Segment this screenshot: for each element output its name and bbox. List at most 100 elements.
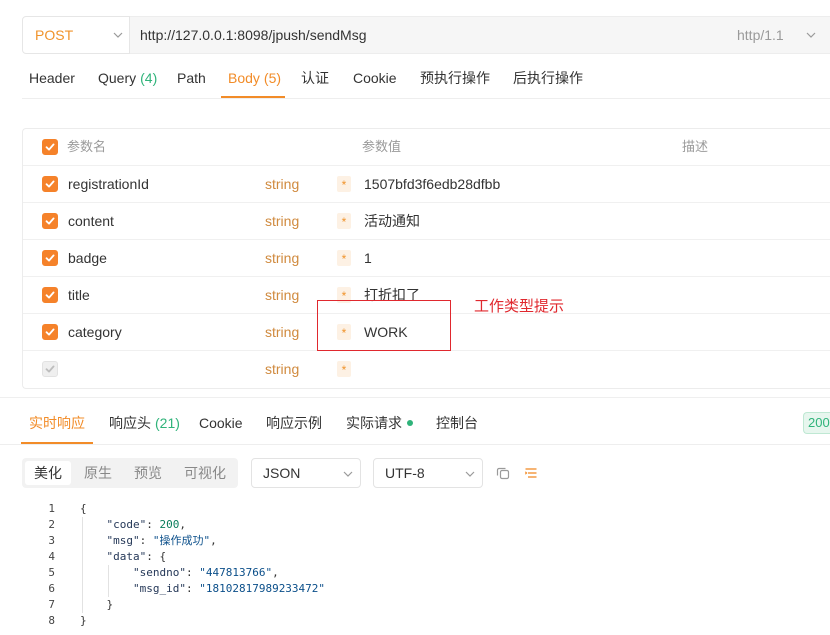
- param-name[interactable]: badge: [68, 240, 107, 276]
- tab-label: 控制台: [436, 415, 478, 431]
- required-marker[interactable]: *: [337, 361, 351, 377]
- protocol-select[interactable]: http/1.1: [727, 16, 822, 54]
- code-token-key: "msg_id": [132, 582, 186, 595]
- tab-label: Cookie: [199, 415, 243, 431]
- param-type[interactable]: string: [265, 314, 299, 350]
- view-mode-label: 可视化: [184, 465, 226, 481]
- format-select[interactable]: JSON: [251, 458, 361, 488]
- param-name[interactable]: registrationId: [68, 166, 149, 202]
- tab-header[interactable]: Header: [29, 60, 75, 96]
- row-checkbox[interactable]: [42, 361, 58, 377]
- required-marker[interactable]: *: [337, 176, 351, 192]
- tab-actual-request[interactable]: 实际请求: [346, 403, 402, 443]
- code-token-ws: [80, 534, 107, 547]
- check-icon: [45, 254, 55, 262]
- tab-label: 后执行操作: [513, 70, 583, 86]
- tab-label: Body: [228, 70, 260, 86]
- line-number-gutter: 1 2 3 4 5 6 7 8: [20, 501, 55, 629]
- param-value[interactable]: 活动通知: [364, 203, 420, 239]
- check-icon: [45, 328, 55, 336]
- code-token-punct: ,: [272, 566, 279, 579]
- param-type[interactable]: string: [265, 166, 299, 202]
- code-token-punct: ,: [179, 518, 186, 531]
- tab-label: Cookie: [353, 70, 397, 86]
- tab-path[interactable]: Path: [177, 60, 206, 96]
- row-checkbox[interactable]: [42, 176, 58, 192]
- tab-cookie[interactable]: Cookie: [353, 60, 397, 96]
- tab-response-example[interactable]: 响应示例: [266, 403, 322, 443]
- encoding-select[interactable]: UTF-8: [373, 458, 483, 488]
- line-number: 6: [48, 582, 55, 595]
- code-line: }: [80, 613, 325, 629]
- row-checkbox[interactable]: [42, 250, 58, 266]
- method-label: POST: [35, 27, 74, 43]
- param-name[interactable]: category: [68, 314, 122, 350]
- tab-query[interactable]: Query (4): [98, 60, 157, 96]
- param-type[interactable]: string: [265, 203, 299, 239]
- required-marker[interactable]: *: [337, 213, 351, 229]
- check-icon: [45, 217, 55, 225]
- param-name[interactable]: content: [68, 203, 114, 239]
- code-line: "msg_id": "18102817989233472": [80, 581, 325, 597]
- code-token-punct: :: [185, 582, 200, 595]
- section-divider[interactable]: [0, 397, 830, 398]
- select-all-checkbox[interactable]: [42, 139, 58, 155]
- view-mode-raw[interactable]: 原生: [75, 461, 121, 485]
- url-text: http://127.0.0.1:8098/jpush/sendMsg: [140, 27, 367, 43]
- tab-label: 实时响应: [29, 415, 85, 431]
- view-mode-label: 原生: [84, 465, 112, 481]
- method-select[interactable]: POST: [22, 16, 130, 54]
- code-token-punct: {: [80, 502, 87, 515]
- table-row-new: string *: [23, 351, 830, 388]
- check-icon: [45, 180, 55, 188]
- code-line: "sendno": "447813766",: [80, 565, 325, 581]
- tab-response-cookie[interactable]: Cookie: [199, 403, 243, 443]
- code-token-punct: }: [106, 598, 114, 611]
- code-line: }: [80, 597, 325, 613]
- code-token-key: "sendno": [132, 566, 186, 579]
- required-marker[interactable]: *: [337, 250, 351, 266]
- view-mode-label: 预览: [134, 465, 162, 481]
- line-number: 3: [48, 534, 55, 547]
- tab-body[interactable]: Body (5): [228, 60, 281, 96]
- tab-live-response[interactable]: 实时响应: [29, 403, 85, 443]
- chevron-down-icon: [343, 471, 353, 477]
- view-mode-visualize[interactable]: 可视化: [177, 461, 233, 485]
- param-type[interactable]: string: [265, 240, 299, 276]
- row-checkbox[interactable]: [42, 324, 58, 340]
- tab-label: Header: [29, 70, 75, 86]
- chevron-down-icon: [806, 32, 816, 38]
- tab-pre-script[interactable]: 预执行操作: [420, 60, 490, 96]
- copy-icon[interactable]: [496, 466, 510, 480]
- response-tabs: 实时响应 响应头 (21) Cookie 响应示例 实际请求 控制台: [0, 403, 830, 444]
- tab-label: Query: [98, 70, 137, 86]
- row-checkbox[interactable]: [42, 287, 58, 303]
- url-input[interactable]: http://127.0.0.1:8098/jpush/sendMsg: [130, 16, 830, 54]
- param-name[interactable]: title: [68, 277, 90, 313]
- format-label: JSON: [263, 465, 301, 481]
- view-mode-preview[interactable]: 预览: [125, 461, 171, 485]
- tab-post-script[interactable]: 后执行操作: [513, 60, 583, 96]
- line-number: 2: [48, 518, 55, 531]
- code-line: {: [80, 501, 325, 517]
- chevron-down-icon: [465, 471, 475, 477]
- tab-count: (21): [155, 415, 180, 431]
- view-mode-pretty[interactable]: 美化: [25, 461, 71, 485]
- tab-label: 响应头: [109, 415, 151, 431]
- param-type[interactable]: string: [265, 277, 299, 313]
- code-token-ws: [80, 550, 107, 563]
- table-row: registrationId string * 1507bfd3f6edb28d…: [23, 166, 830, 203]
- param-value[interactable]: 1: [364, 240, 372, 276]
- param-type[interactable]: string: [265, 351, 299, 387]
- param-value[interactable]: 1507bfd3f6edb28dfbb: [364, 166, 500, 202]
- response-body-code[interactable]: { "code": 200, "msg": "操作成功", "data": { …: [80, 501, 325, 629]
- line-number: 7: [48, 598, 55, 611]
- format-icon[interactable]: [524, 466, 538, 480]
- tab-console[interactable]: 控制台: [436, 403, 478, 443]
- line-number: 8: [48, 614, 55, 627]
- check-icon: [45, 365, 55, 373]
- row-checkbox[interactable]: [42, 213, 58, 229]
- code-token-num: 200: [159, 518, 180, 531]
- tab-response-headers[interactable]: 响应头 (21): [109, 403, 180, 443]
- tab-auth[interactable]: 认证: [301, 60, 329, 96]
